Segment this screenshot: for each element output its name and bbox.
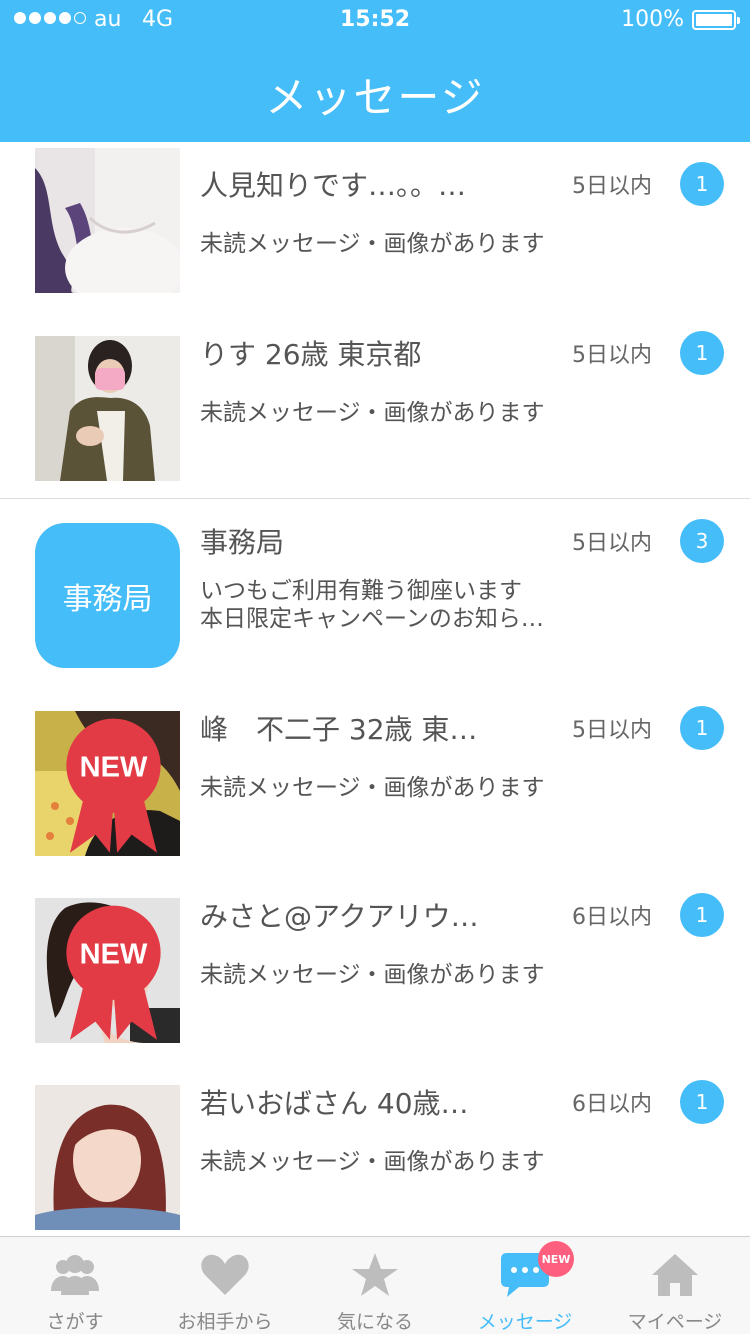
conversation-date: 5日以内 xyxy=(572,718,652,743)
user-avatar: NEW xyxy=(35,711,180,856)
tab-label: 気になる xyxy=(336,1311,413,1333)
tab-messages[interactable]: NEW メッセージ xyxy=(450,1237,600,1334)
conversation-name: 若いおばさん 40歳… xyxy=(200,1087,469,1120)
conversation-date: 6日以内 xyxy=(572,1092,652,1117)
tab-bar: さがす お相手から 気になる NEW メッセージ マイページ xyxy=(0,1236,750,1334)
new-ribbon-icon: NEW xyxy=(66,718,161,853)
conversation-preview: 未読メッセージ・画像があります xyxy=(200,962,545,988)
unread-count-badge: 1 xyxy=(680,162,724,206)
conversation-date: 5日以内 xyxy=(572,174,652,199)
tab-from-partner[interactable]: お相手から xyxy=(150,1237,300,1334)
conversation-preview: 未読メッセージ・画像があります xyxy=(200,400,545,426)
people-icon xyxy=(51,1255,99,1295)
svg-text:NEW: NEW xyxy=(80,752,148,784)
unread-count-badge: 3 xyxy=(680,519,724,563)
conversation-date: 6日以内 xyxy=(572,905,652,930)
tab-mypage[interactable]: マイページ xyxy=(600,1237,750,1334)
unread-count-badge: 1 xyxy=(680,706,724,750)
tab-label: マイページ xyxy=(627,1311,723,1333)
unread-count-badge: 1 xyxy=(680,1080,724,1124)
conversation-row[interactable]: NEW みさと@アクアリウ… 6日以内 1 未読メッセージ・画像があります xyxy=(0,873,750,1061)
tab-search[interactable]: さがす xyxy=(0,1237,150,1334)
battery-percent: 100% xyxy=(621,7,684,32)
user-avatar xyxy=(35,148,180,293)
conversation-preview: 未読メッセージ・画像があります xyxy=(200,231,545,257)
conversation-row[interactable]: NEW 峰 不二子 32歳 東… 5日以内 1 未読メッセージ・画像があります xyxy=(0,686,750,874)
unread-count-badge: 1 xyxy=(680,331,724,375)
new-badge: NEW xyxy=(538,1241,574,1277)
user-avatar xyxy=(35,1085,180,1230)
office-avatar: 事務局 xyxy=(35,523,180,668)
message-list[interactable]: 人見知りです…。。… 5日以内 1 未読メッセージ・画像があります りす 26歳… xyxy=(0,142,750,1236)
home-icon xyxy=(652,1254,698,1296)
tab-label: お相手から xyxy=(177,1311,273,1333)
conversation-preview: 未読メッセージ・画像があります xyxy=(200,1149,545,1175)
user-avatar xyxy=(35,336,180,481)
status-bar: au 4G 15:52 100% xyxy=(0,0,750,40)
conversation-date: 5日以内 xyxy=(572,343,652,368)
conversation-row[interactable]: 人見知りです…。。… 5日以内 1 未読メッセージ・画像があります xyxy=(0,142,750,312)
tab-label: メッセージ xyxy=(477,1311,573,1333)
conversation-date: 5日以内 xyxy=(572,531,652,556)
tab-label: さがす xyxy=(46,1311,104,1333)
conversation-name: 人見知りです…。。… xyxy=(200,169,467,202)
conversation-row[interactable]: 若いおばさん 40歳… 6日以内 1 未読メッセージ・画像があります xyxy=(0,1060,750,1236)
battery-icon xyxy=(692,10,740,30)
conversation-preview: 未読メッセージ・画像があります xyxy=(200,775,545,801)
conversation-row[interactable]: りす 26歳 東京都 5日以内 1 未読メッセージ・画像があります xyxy=(0,311,750,499)
conversation-row[interactable]: 事務局 事務局 5日以内 3 いつもご利用有難う御座います 本日限定キャンペーン… xyxy=(0,499,750,687)
svg-text:NEW: NEW xyxy=(80,939,148,971)
new-ribbon-icon: NEW xyxy=(66,905,161,1040)
star-icon xyxy=(352,1253,398,1296)
conversation-name: みさと@アクアリウ… xyxy=(200,900,479,933)
tab-favorites[interactable]: 気になる xyxy=(300,1237,450,1334)
conversation-name: りす 26歳 東京都 xyxy=(200,338,422,371)
conversation-name: 事務局 xyxy=(200,526,285,559)
user-avatar: NEW xyxy=(35,898,180,1043)
unread-count-badge: 1 xyxy=(680,893,724,937)
conversation-preview: いつもご利用有難う御座います 本日限定キャンペーンのお知ら… xyxy=(200,578,544,632)
conversation-name: 峰 不二子 32歳 東… xyxy=(200,713,478,746)
heart-icon xyxy=(201,1254,249,1295)
page-title: メッセージ xyxy=(265,73,485,122)
app-header: au 4G 15:52 100% メッセージ xyxy=(0,0,750,142)
